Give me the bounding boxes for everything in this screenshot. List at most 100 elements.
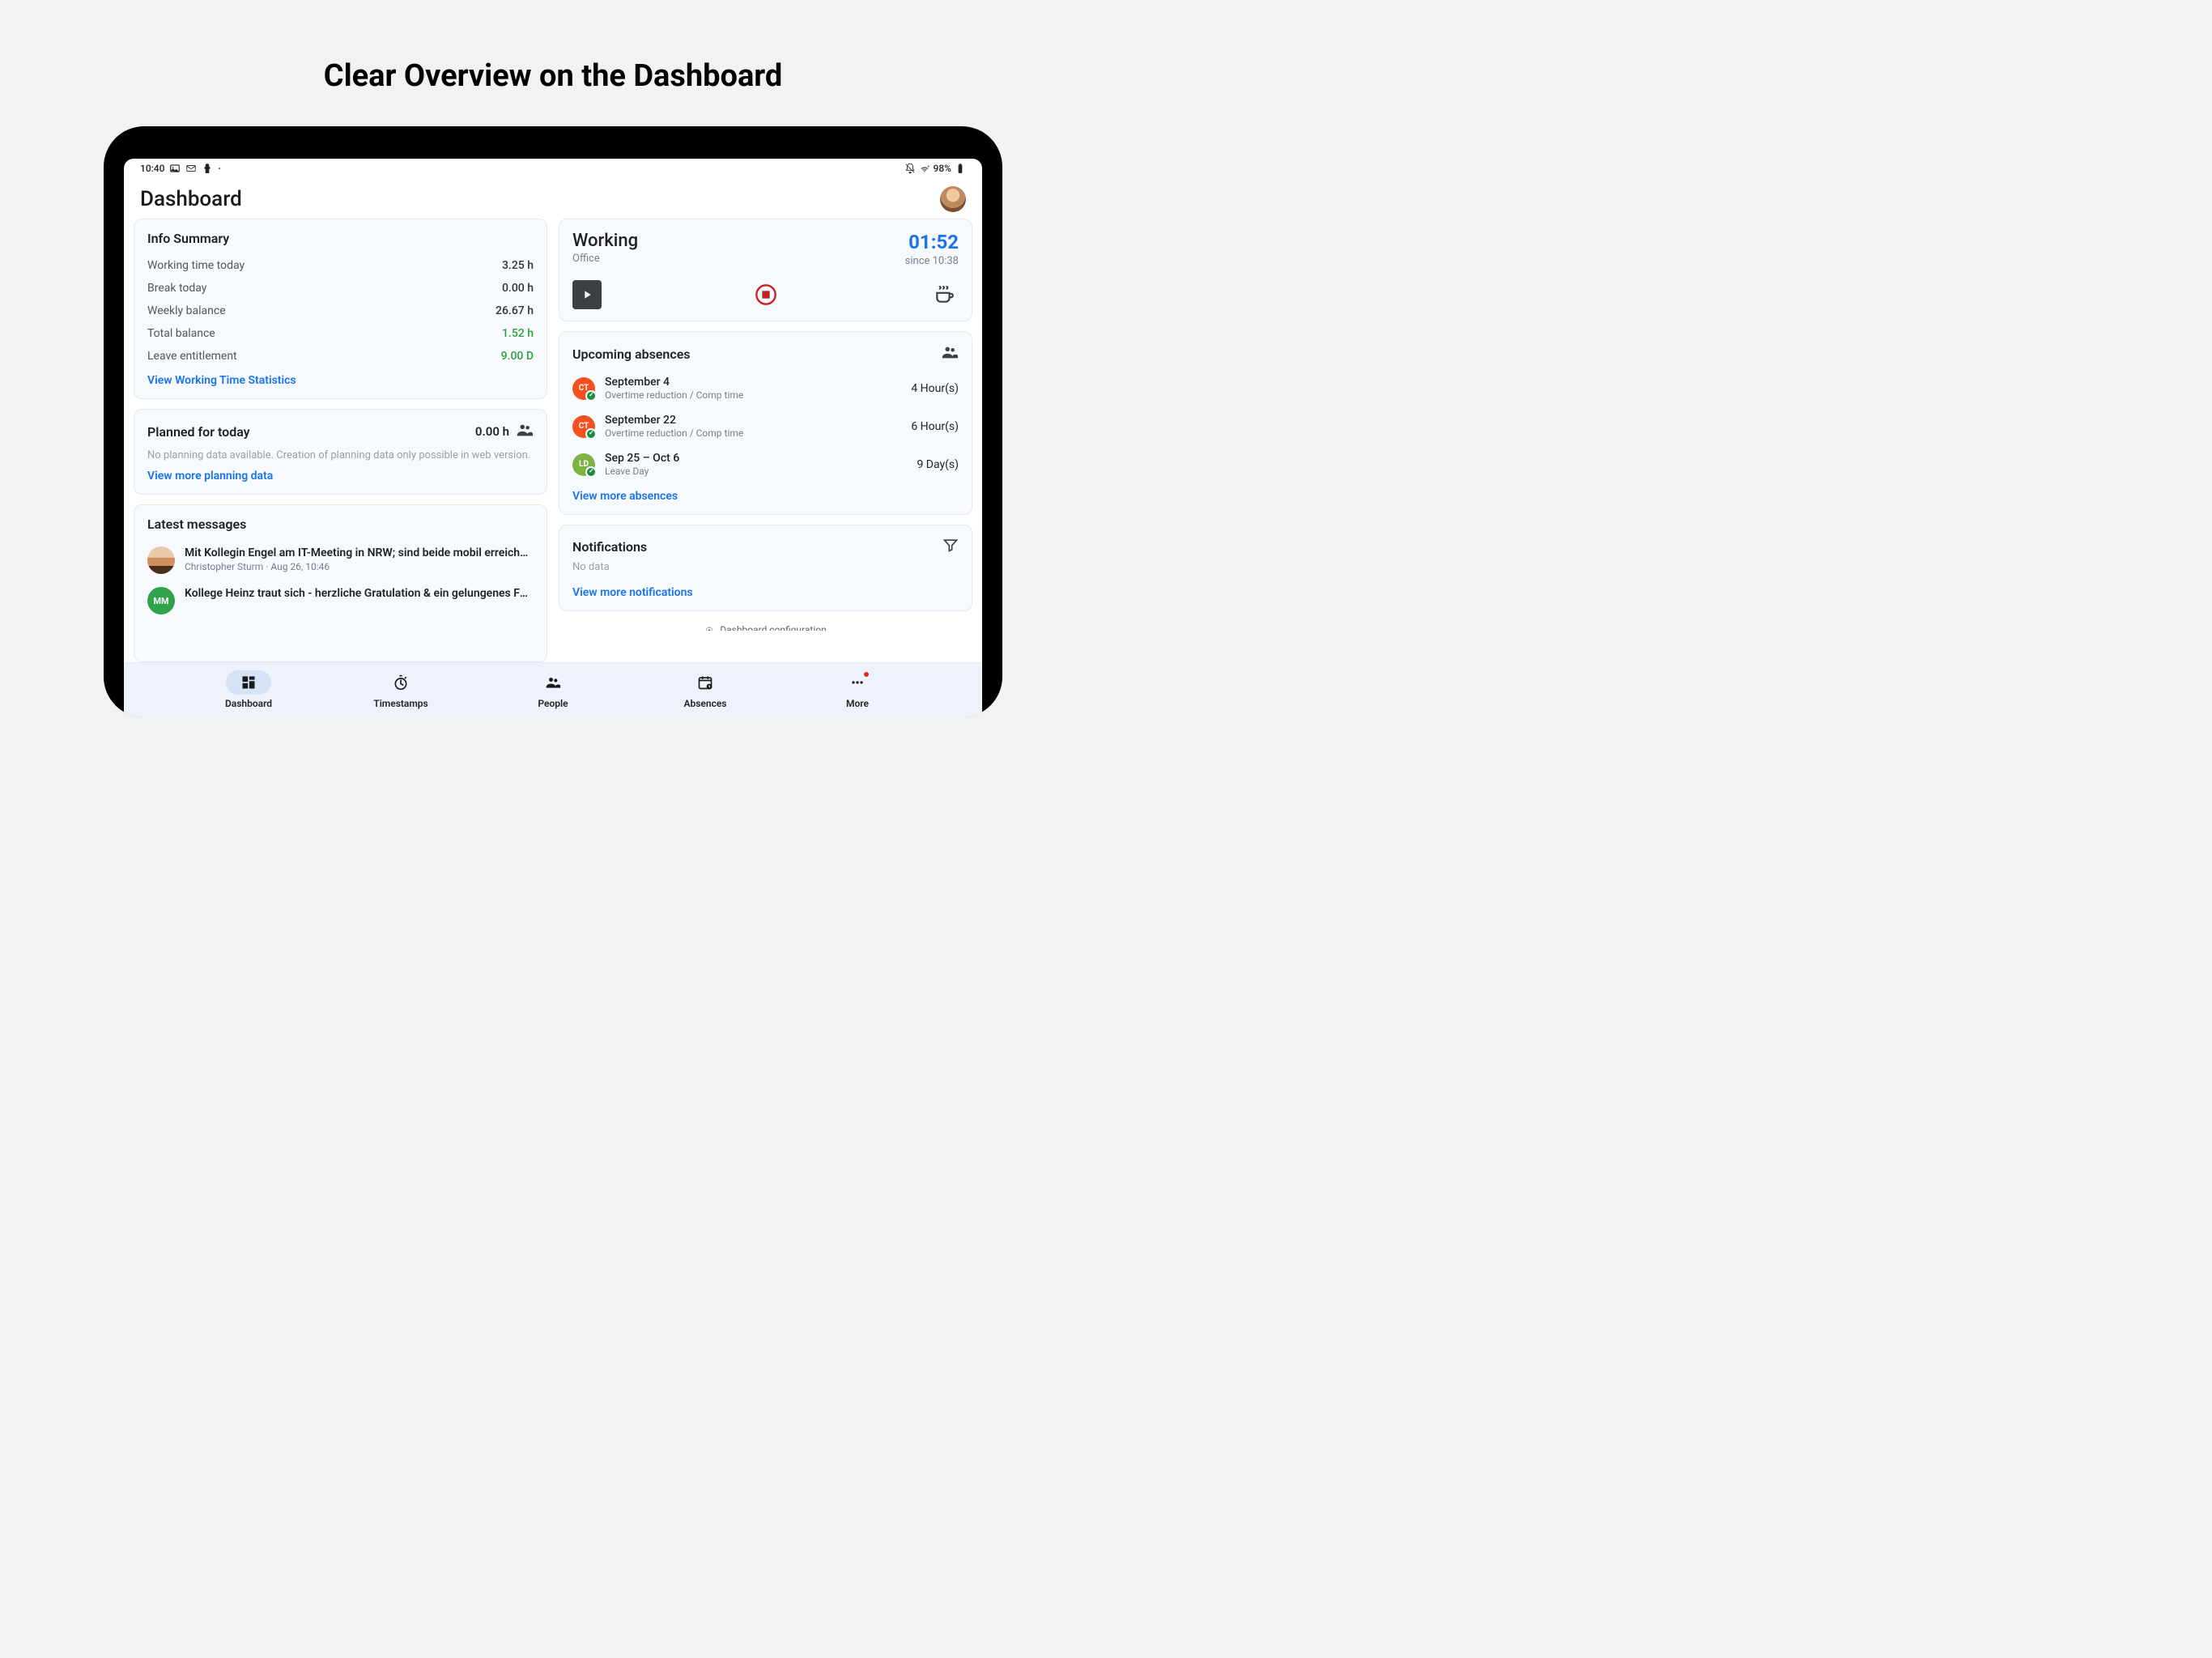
absence-badge: CT bbox=[572, 415, 595, 438]
message-avatar bbox=[147, 546, 175, 574]
absences-card: Upcoming absences CT September 4 Overtim… bbox=[559, 331, 972, 515]
marketing-title: Clear Overview on the Dashboard bbox=[0, 0, 1106, 126]
people-icon[interactable] bbox=[516, 421, 534, 442]
status-bar: 10:40 • + 98% bbox=[124, 159, 982, 178]
absence-duration: 9 Day(s) bbox=[917, 458, 959, 471]
messages-card: Latest messages Mit Kollegin Engel am IT… bbox=[134, 504, 547, 662]
absences-title: Upcoming absences bbox=[572, 346, 691, 362]
tablet-button-notch bbox=[340, 126, 405, 132]
view-absences-link[interactable]: View more absences bbox=[572, 483, 678, 503]
nav-dashboard[interactable]: Dashboard bbox=[172, 670, 325, 709]
dashboard-config-link[interactable]: Dashboard configuration bbox=[559, 621, 972, 631]
summary-value: 9.00 D bbox=[501, 350, 534, 363]
working-status: Working bbox=[572, 231, 638, 251]
absence-item[interactable]: LD Sep 25 – Oct 6 Leave Day 9 Day(s) bbox=[572, 445, 959, 483]
summary-row: Total balance 1.52 h bbox=[147, 322, 534, 345]
info-summary-card: Info Summary Working time today 3.25 h B… bbox=[134, 219, 547, 399]
right-column: Working Office 01:52 since 10:38 bbox=[559, 219, 972, 662]
summary-row: Leave entitlement 9.00 D bbox=[147, 345, 534, 368]
absence-badge: LD bbox=[572, 453, 595, 476]
notifications-card: Notifications No data View more notifica… bbox=[559, 525, 972, 611]
filter-icon[interactable] bbox=[942, 537, 959, 556]
status-dot: • bbox=[218, 165, 220, 172]
nav-timestamps[interactable]: Timestamps bbox=[325, 670, 477, 709]
gmail-icon bbox=[185, 163, 197, 174]
battery-icon bbox=[955, 163, 966, 174]
summary-label: Break today bbox=[147, 282, 206, 295]
absence-type: Leave Day bbox=[605, 466, 907, 477]
left-column: Info Summary Working time today 3.25 h B… bbox=[134, 219, 547, 662]
message-avatar: MM bbox=[147, 587, 175, 614]
working-location: Office bbox=[572, 253, 638, 265]
messages-title: Latest messages bbox=[147, 517, 534, 532]
summary-row: Weekly balance 26.67 h bbox=[147, 300, 534, 322]
break-button[interactable] bbox=[929, 280, 959, 309]
message-title: Mit Kollegin Engel am IT-Meeting in NRW;… bbox=[185, 546, 534, 559]
page-title: Dashboard bbox=[140, 187, 242, 211]
tablet-screen: 10:40 • + 98% bbox=[124, 159, 982, 717]
summary-label: Leave entitlement bbox=[147, 350, 237, 363]
summary-value: 1.52 h bbox=[502, 327, 534, 340]
mute-icon bbox=[904, 163, 916, 174]
info-summary-title: Info Summary bbox=[147, 231, 534, 246]
planned-hours: 0.00 h bbox=[475, 424, 509, 439]
check-icon bbox=[585, 466, 597, 478]
summary-row: Working time today 3.25 h bbox=[147, 254, 534, 277]
absence-duration: 6 Hour(s) bbox=[911, 420, 959, 433]
absence-type: Overtime reduction / Comp time bbox=[605, 427, 901, 439]
tablet-frame: 10:40 • + 98% bbox=[104, 126, 1002, 717]
nav-label: More bbox=[846, 698, 869, 709]
bottom-nav: Dashboard Timestamps People Absences bbox=[124, 662, 982, 717]
planned-card: Planned for today 0.00 h No planning dat… bbox=[134, 409, 547, 495]
nav-more[interactable]: More bbox=[781, 670, 934, 709]
working-time: 01:52 bbox=[905, 231, 959, 253]
message-title: Kollege Heinz traut sich - herzliche Gra… bbox=[185, 587, 534, 600]
planned-title: Planned for today bbox=[147, 424, 250, 440]
absence-date: September 4 bbox=[605, 376, 901, 389]
summary-value: 0.00 h bbox=[502, 282, 534, 295]
nav-label: Absences bbox=[684, 698, 727, 709]
stop-button[interactable] bbox=[751, 280, 781, 309]
battery-text: 98% bbox=[934, 163, 951, 174]
summary-row: Break today 0.00 h bbox=[147, 277, 534, 300]
nav-label: Timestamps bbox=[373, 698, 428, 709]
nav-people[interactable]: People bbox=[477, 670, 629, 709]
status-time: 10:40 bbox=[140, 163, 164, 174]
nav-label: Dashboard bbox=[225, 698, 272, 709]
check-icon bbox=[585, 390, 597, 402]
message-item[interactable]: Mit Kollegin Engel am IT-Meeting in NRW;… bbox=[147, 540, 534, 580]
absence-type: Overtime reduction / Comp time bbox=[605, 389, 901, 401]
key-notif-icon bbox=[202, 163, 213, 174]
message-item[interactable]: MM Kollege Heinz traut sich - herzliche … bbox=[147, 580, 534, 621]
absence-item[interactable]: CT September 4 Overtime reduction / Comp… bbox=[572, 369, 959, 407]
wifi-icon: + bbox=[919, 163, 930, 174]
app-header: Dashboard bbox=[124, 178, 982, 219]
check-icon bbox=[585, 428, 597, 440]
stopwatch-icon bbox=[393, 674, 409, 691]
svg-text:+: + bbox=[927, 165, 929, 169]
dashboard-icon bbox=[240, 674, 257, 691]
people-icon bbox=[545, 674, 561, 691]
notification-badge bbox=[864, 672, 869, 677]
absence-item[interactable]: CT September 22 Overtime reduction / Com… bbox=[572, 407, 959, 445]
view-notifications-link[interactable]: View more notifications bbox=[572, 580, 693, 599]
calendar-icon bbox=[697, 674, 713, 691]
people-icon[interactable] bbox=[941, 343, 959, 364]
summary-value: 26.67 h bbox=[496, 304, 534, 317]
message-meta: Christopher Sturm · Aug 26, 10:46 bbox=[185, 561, 534, 572]
nav-label: People bbox=[538, 698, 568, 709]
nav-absences[interactable]: Absences bbox=[629, 670, 781, 709]
tablet-button-notch bbox=[282, 126, 314, 132]
absence-duration: 4 Hour(s) bbox=[911, 382, 959, 395]
view-stats-link[interactable]: View Working Time Statistics bbox=[147, 368, 296, 387]
view-planning-link[interactable]: View more planning data bbox=[147, 463, 273, 483]
play-button[interactable] bbox=[572, 280, 602, 309]
working-since: since 10:38 bbox=[905, 255, 959, 267]
absence-date: September 22 bbox=[605, 414, 901, 427]
more-icon bbox=[849, 674, 866, 691]
image-icon bbox=[169, 163, 181, 174]
notifications-title: Notifications bbox=[572, 539, 647, 555]
user-avatar[interactable] bbox=[940, 186, 966, 212]
no-data-text: No data bbox=[572, 561, 959, 573]
absence-badge: CT bbox=[572, 377, 595, 400]
